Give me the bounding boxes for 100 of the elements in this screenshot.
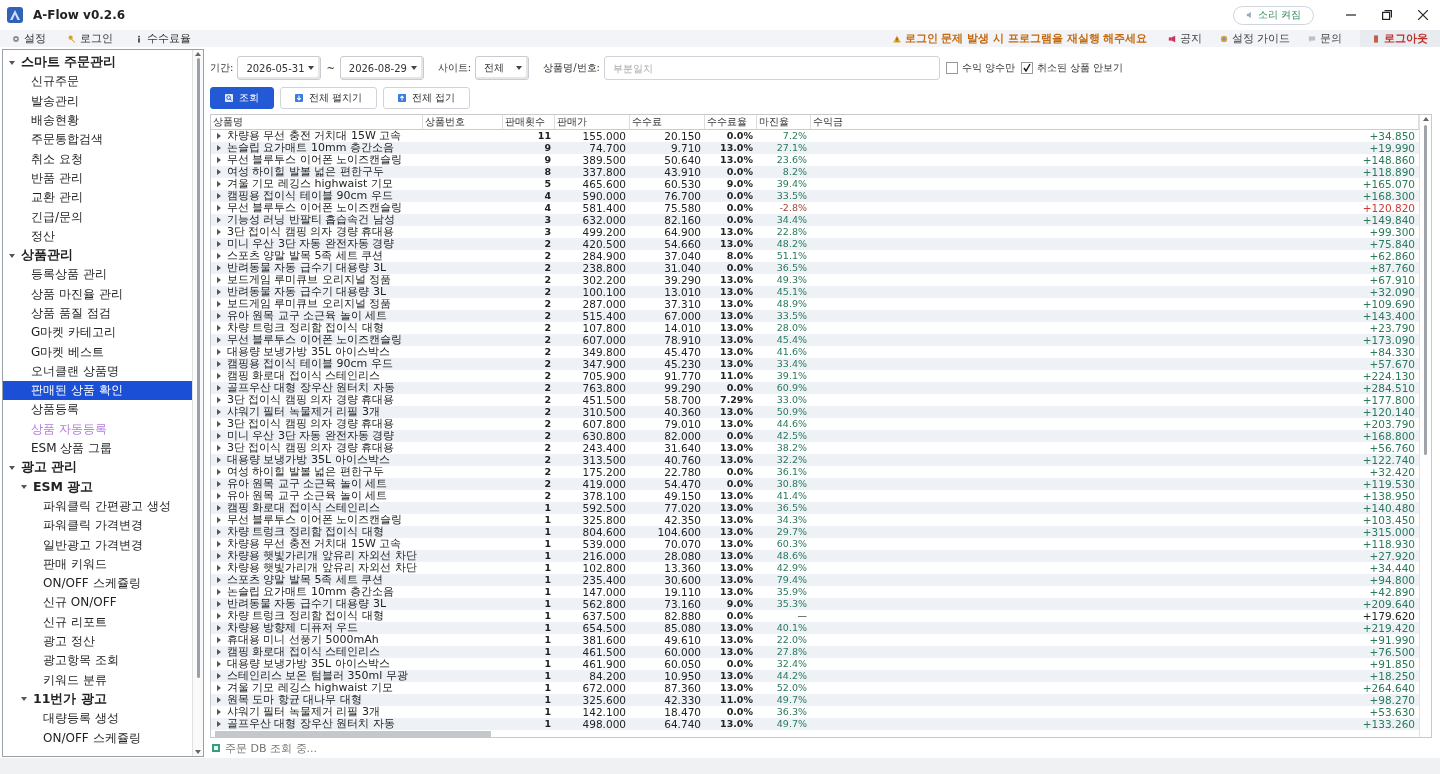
caret-icon[interactable] — [9, 465, 15, 470]
tree-item[interactable]: 판매 키워드 — [3, 554, 192, 574]
tree-item[interactable]: 광고 정산 — [3, 631, 192, 652]
scrollbar-thumb[interactable] — [196, 58, 200, 678]
product-search-field[interactable]: 부분일치 — [603, 56, 940, 80]
tree-item[interactable]: 교환 관리 — [3, 188, 192, 208]
checkbox[interactable] — [1021, 62, 1034, 74]
product-label: 상품명/번호: — [543, 61, 600, 75]
column-header[interactable]: 상품번호 — [423, 115, 503, 130]
caret-icon[interactable] — [217, 601, 221, 607]
scroll-up-icon[interactable] — [194, 50, 202, 58]
caret-icon[interactable] — [217, 289, 221, 295]
column-header[interactable]: 수익금 — [811, 115, 1419, 130]
maximize-icon[interactable] — [1382, 10, 1392, 20]
caret-icon[interactable] — [217, 481, 221, 487]
menu-item[interactable]: 공지 — [1167, 31, 1202, 46]
caret-icon[interactable] — [217, 433, 221, 439]
caret-icon[interactable] — [217, 673, 221, 679]
menu-item[interactable]: 로그인 — [68, 31, 113, 46]
caret-icon[interactable] — [217, 409, 221, 415]
date-picker[interactable]: 2026-08-29 — [339, 56, 424, 80]
tree-item[interactable]: 주문통합검색 — [3, 130, 192, 150]
tree-item[interactable]: 광고항목 조회 — [3, 651, 192, 671]
caret-icon[interactable] — [9, 60, 15, 65]
column-header[interactable]: 수수료율 — [705, 115, 757, 130]
tree-group[interactable]: ESM 광고 — [3, 477, 192, 497]
table-cell-text: 13.0% — [719, 442, 754, 454]
tree-item[interactable]: 파워클릭 가격변경 — [3, 516, 192, 536]
collapse-all-button[interactable]: 전체 접기 — [383, 87, 471, 109]
tree-item[interactable]: 신규 ON/OFF — [3, 593, 192, 613]
caret-icon[interactable] — [217, 361, 221, 367]
tree-item[interactable]: 발송관리 — [3, 91, 192, 111]
tree-item[interactable]: 배송현황 — [3, 110, 192, 131]
caret-icon[interactable] — [217, 337, 221, 343]
caret-icon[interactable] — [217, 577, 221, 583]
expand-all-button[interactable]: 전체 펼치기 — [280, 87, 378, 109]
caret-icon[interactable] — [217, 313, 221, 319]
tree-item[interactable]: 판매된 상품 확인 — [3, 381, 192, 401]
checkbox[interactable] — [945, 62, 958, 74]
caret-icon[interactable] — [217, 721, 221, 727]
scrollbar-thumb[interactable] — [215, 730, 491, 737]
tree-group[interactable]: 상품관리 — [3, 245, 192, 266]
tree-item[interactable]: 취소 요청 — [3, 149, 192, 169]
caret-icon[interactable] — [217, 241, 221, 247]
caret-icon[interactable] — [21, 697, 27, 702]
menu-item[interactable]: 설정 — [12, 31, 46, 46]
caret-icon[interactable] — [217, 529, 221, 535]
caret-icon[interactable] — [9, 253, 15, 258]
tree-item[interactable]: 파워클릭 간편광고 생성 — [3, 496, 192, 517]
scroll-down-icon[interactable] — [194, 748, 202, 756]
sound-button[interactable]: 소리 켜짐 — [1232, 5, 1314, 25]
caret-icon[interactable] — [217, 265, 221, 271]
tree-item[interactable]: 긴급/문의 — [3, 207, 192, 227]
search-button[interactable]: 조회 — [210, 87, 274, 109]
tree-item[interactable]: ESM 상품 그룹 — [3, 438, 192, 459]
tree-item[interactable]: 키워드 분류 — [3, 670, 192, 690]
column-header[interactable]: 수수료 — [630, 115, 705, 130]
tree-item[interactable]: 대량등록 생성 — [3, 709, 192, 729]
menu-item[interactable]: 수수료율 — [135, 31, 191, 46]
menu-item[interactable]: 문의 — [1308, 31, 1342, 46]
site-dropdown[interactable]: 전체 — [475, 56, 530, 80]
tree-item[interactable]: 정산 — [3, 226, 192, 246]
column-header[interactable]: 판매횟수 — [503, 115, 555, 130]
tree-group[interactable]: 11번가 광고 — [3, 689, 192, 710]
caret-icon[interactable] — [217, 193, 221, 199]
column-header[interactable]: 판매가 — [555, 115, 630, 130]
caret-icon[interactable] — [217, 169, 221, 175]
tree-group[interactable]: 스마트 주문관리 — [3, 53, 192, 73]
column-header[interactable]: 상품명 — [211, 115, 423, 130]
tree-group[interactable]: 광고 관리 — [3, 458, 192, 478]
tree-item[interactable]: 상품등록 — [3, 400, 192, 420]
tree-item[interactable]: 반품 관리 — [3, 168, 192, 189]
tree-item[interactable]: 상품 품질 점검 — [3, 303, 192, 324]
tree-item[interactable]: 등록상품 관리 — [3, 265, 192, 285]
tree-item[interactable]: 일반광고 가격변경 — [3, 535, 192, 555]
caret-icon[interactable] — [217, 145, 221, 151]
caret-icon[interactable] — [217, 649, 221, 655]
tree-item[interactable]: ON/OFF 스케쥴링 — [3, 728, 192, 748]
caret-icon[interactable] — [217, 217, 221, 223]
caret-icon[interactable] — [217, 625, 221, 631]
caret-icon[interactable] — [217, 457, 221, 463]
tree-item[interactable]: ON/OFF 스케쥴링 — [3, 574, 192, 594]
scrollbar-thumb[interactable] — [1424, 125, 1427, 455]
caret-icon[interactable] — [21, 485, 27, 490]
tree-item[interactable]: 신규주문 — [3, 72, 192, 92]
menu-item[interactable]: 설정 가이드 — [1219, 31, 1290, 46]
scroll-up-icon[interactable] — [1421, 115, 1430, 123]
tree-item[interactable]: 상품 마진율 관리 — [3, 284, 192, 304]
tree-item[interactable]: G마켓 카테고리 — [3, 323, 192, 343]
table-cell-text: +168.300 — [1361, 190, 1416, 202]
tree-item[interactable]: G마켓 베스트 — [3, 342, 192, 362]
caret-icon[interactable] — [217, 505, 221, 511]
tree-item[interactable]: 신규 리포트 — [3, 612, 192, 632]
caret-icon[interactable] — [217, 385, 221, 391]
caret-icon[interactable] — [217, 553, 221, 559]
column-header[interactable]: 마진율 — [757, 115, 811, 130]
close-icon[interactable] — [1418, 10, 1428, 20]
tree-item[interactable]: 오너클랜 상품명 — [3, 361, 192, 382]
date-picker[interactable]: 2026-05-31 — [237, 56, 322, 80]
caret-icon[interactable] — [217, 697, 221, 703]
